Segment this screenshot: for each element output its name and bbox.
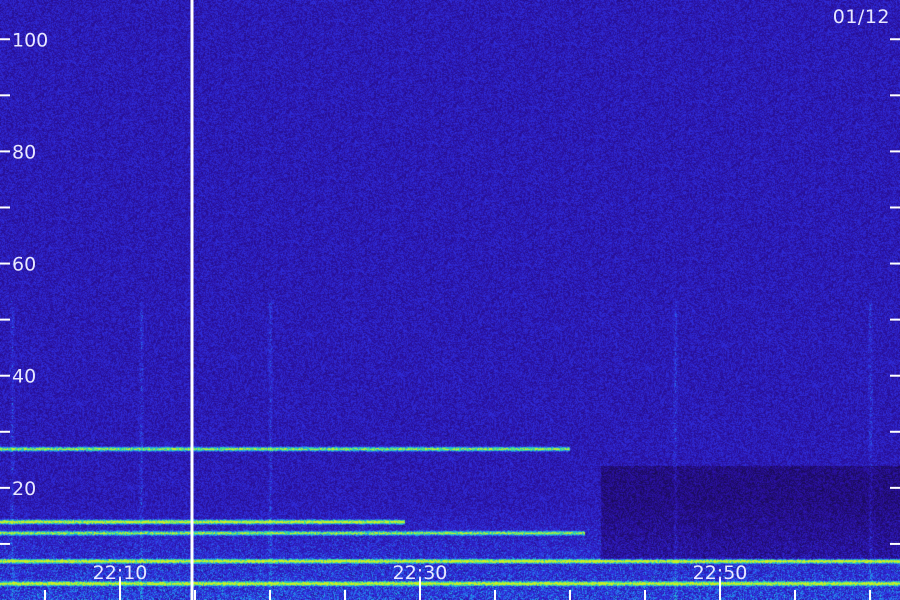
x-tick-label: 22:50 [693, 562, 748, 584]
y-tick-label: 80 [12, 141, 36, 163]
x-tick-label: 22:30 [393, 562, 448, 584]
x-tick-label: 22:10 [93, 562, 148, 584]
y-tick-label: 40 [12, 366, 36, 388]
date-label: 01/12 [832, 6, 890, 28]
y-tick-label: 60 [12, 254, 36, 276]
axes-overlay: 20 40 60 80 100 22:10 22:30 22:50 [0, 0, 900, 600]
spectrogram-chart: 20 40 60 80 100 22:10 22:30 22:50 01/12 [0, 0, 900, 600]
y-tick-label: 100 [12, 29, 48, 51]
y-tick-label: 20 [12, 478, 36, 500]
